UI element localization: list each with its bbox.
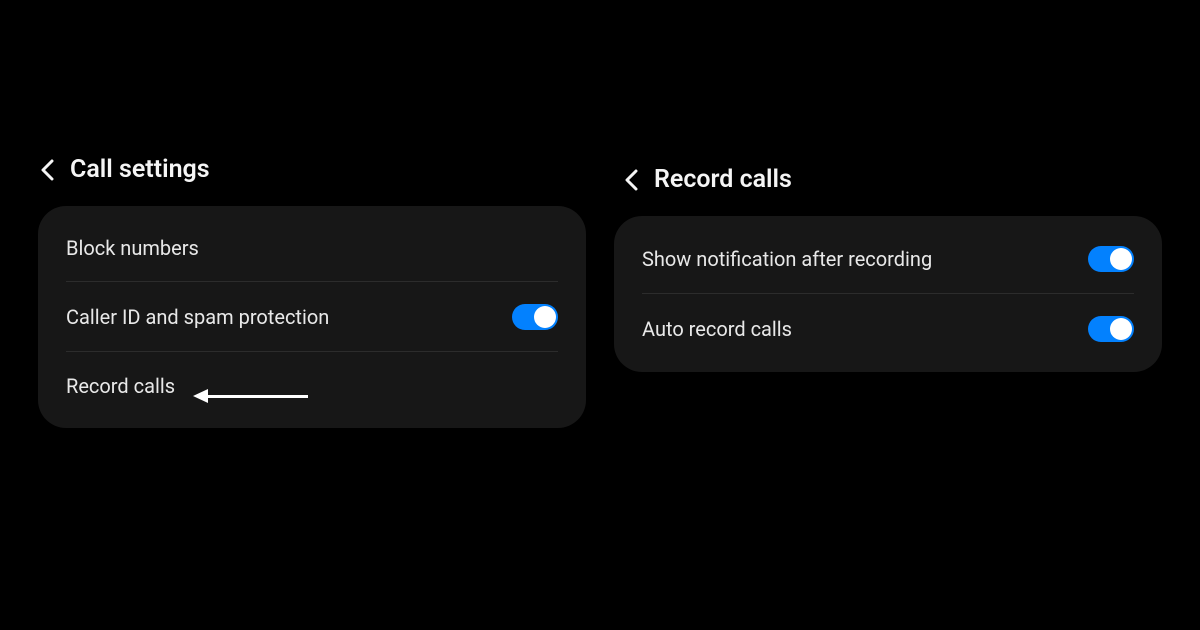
record-calls-card: Show notification after recording Auto r…	[614, 216, 1162, 372]
record-calls-panel: Record calls Show notification after rec…	[614, 165, 1162, 372]
show-notification-row[interactable]: Show notification after recording	[614, 224, 1162, 294]
toggle-knob	[1110, 318, 1132, 340]
caller-id-spam-row[interactable]: Caller ID and spam protection	[38, 282, 586, 352]
row-label: Show notification after recording	[642, 247, 932, 271]
chevron-left-icon	[40, 159, 54, 181]
arrow-annotation	[193, 389, 308, 403]
toggle-knob	[534, 306, 556, 328]
page-title: Call settings	[70, 155, 210, 184]
record-calls-header: Record calls	[614, 165, 1162, 216]
block-numbers-row[interactable]: Block numbers	[38, 214, 586, 282]
row-label: Caller ID and spam protection	[66, 305, 329, 329]
call-settings-header: Call settings	[38, 155, 586, 206]
call-settings-panel: Call settings Block numbers Caller ID an…	[38, 155, 586, 428]
show-notification-toggle[interactable]	[1088, 246, 1134, 272]
back-button[interactable]	[40, 159, 54, 181]
arrow-head-icon	[193, 389, 208, 403]
row-label: Block numbers	[66, 236, 199, 260]
call-settings-card: Block numbers Caller ID and spam protect…	[38, 206, 586, 428]
caller-id-toggle[interactable]	[512, 304, 558, 330]
page-title: Record calls	[654, 165, 792, 194]
record-calls-row[interactable]: Record calls	[38, 352, 586, 420]
arrow-line	[208, 395, 308, 398]
auto-record-toggle[interactable]	[1088, 316, 1134, 342]
chevron-left-icon	[624, 169, 638, 191]
toggle-knob	[1110, 248, 1132, 270]
row-label: Auto record calls	[642, 317, 792, 341]
row-label: Record calls	[66, 374, 175, 398]
auto-record-row[interactable]: Auto record calls	[614, 294, 1162, 364]
back-button[interactable]	[624, 169, 638, 191]
